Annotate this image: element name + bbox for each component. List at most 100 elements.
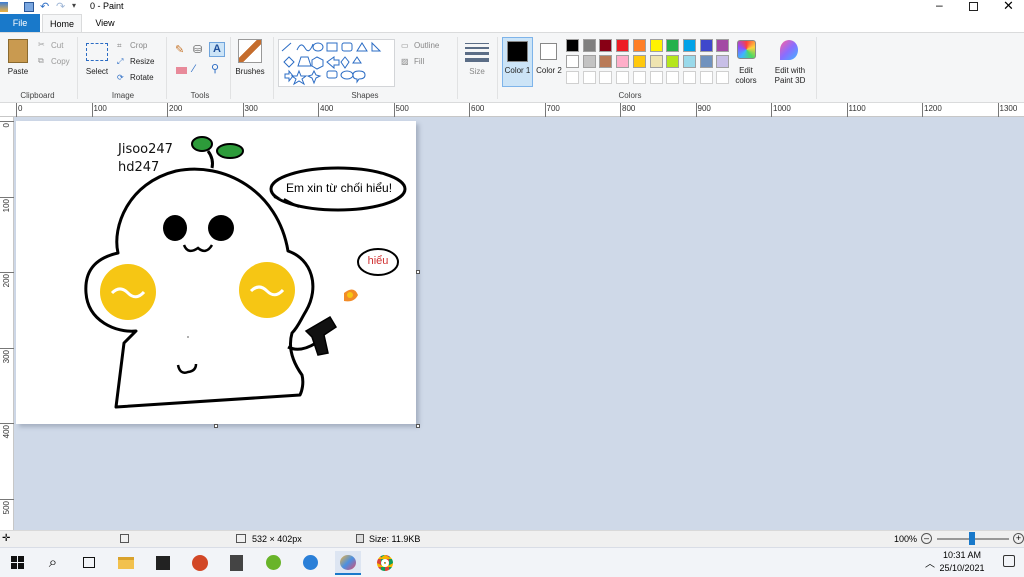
file-explorer-icon[interactable] — [113, 551, 139, 575]
copy-button[interactable]: Copy — [51, 57, 70, 66]
shapes-gallery[interactable] — [278, 39, 395, 87]
cut-button[interactable]: Cut — [51, 41, 63, 50]
palette-swatch[interactable] — [616, 71, 630, 84]
save-icon[interactable] — [24, 2, 34, 12]
pencil-icon[interactable]: ✎ — [175, 43, 184, 56]
paste-button[interactable]: Paste — [5, 67, 31, 76]
palette-swatch[interactable] — [699, 55, 713, 68]
palette-swatch[interactable] — [582, 39, 596, 52]
palette-swatch[interactable] — [699, 71, 713, 84]
drawing-canvas[interactable]: Jisoo247 hd247 Em xin từ chối hiểu! hiểu — [16, 121, 420, 428]
tray-chevron-icon[interactable]: ︿ — [925, 555, 935, 570]
palette-swatch[interactable] — [699, 39, 713, 52]
ruler-tick — [0, 121, 14, 122]
resize-handle-bottom[interactable] — [214, 424, 218, 428]
tab-home[interactable]: Home — [42, 14, 82, 32]
ruler-label: 400 — [320, 104, 334, 113]
palette-swatch[interactable] — [632, 39, 646, 52]
fill-icon[interactable]: ⛁ — [193, 43, 202, 56]
palette-swatch[interactable] — [716, 55, 730, 68]
palette-swatch[interactable] — [566, 71, 579, 84]
close-button[interactable]: ✕ — [1003, 0, 1014, 14]
size-button[interactable]: Size — [463, 67, 491, 76]
paint-taskbar-icon[interactable] — [335, 551, 361, 575]
palette-swatch[interactable] — [599, 71, 613, 84]
color2-swatch[interactable] — [540, 43, 557, 60]
ribbon-tabs: File Home View — [0, 14, 1024, 32]
palette-swatch[interactable] — [632, 55, 646, 68]
notifications-icon[interactable] — [1003, 555, 1015, 567]
palette-swatch[interactable] — [582, 71, 596, 84]
eraser-icon[interactable] — [176, 67, 187, 74]
palette-swatch[interactable] — [649, 39, 663, 52]
select-icon[interactable] — [86, 43, 108, 61]
magnifier-icon[interactable]: ⚲ — [211, 62, 219, 75]
store-icon[interactable] — [150, 551, 176, 575]
select-button[interactable]: Select — [82, 67, 112, 76]
palette-swatch[interactable] — [666, 55, 680, 68]
brushes-button[interactable]: Brushes — [232, 67, 268, 76]
palette-swatch[interactable] — [616, 55, 630, 68]
ruler-tick — [242, 103, 244, 117]
maximize-button[interactable] — [969, 2, 978, 11]
zoom-in-button[interactable]: + — [1013, 533, 1024, 544]
clock-date[interactable]: 25/10/2021 — [936, 563, 988, 573]
crop-button[interactable]: Crop — [130, 41, 147, 50]
brushes-icon[interactable] — [238, 39, 262, 63]
ruler-tick — [771, 103, 772, 117]
size-icon[interactable] — [465, 41, 489, 62]
edit-colors-button[interactable]: Edit colors — [730, 66, 762, 86]
redo-icon[interactable]: ↷ — [56, 0, 65, 13]
edit-colors-icon[interactable] — [737, 40, 756, 59]
minimize-button[interactable]: – — [936, 0, 943, 12]
palette-swatch[interactable] — [616, 39, 630, 52]
palette-swatch[interactable] — [716, 71, 730, 84]
palette-swatch[interactable] — [666, 71, 680, 84]
quick-access-dropdown-icon[interactable]: ▾ — [72, 1, 76, 10]
palette-swatch[interactable] — [649, 71, 663, 84]
edit-paint3d-button[interactable]: Edit with Paint 3D — [767, 66, 813, 86]
horizontal-ruler: 0 100 200 300 400 500 600 700 800 900 1000 1100 1200… — [0, 103, 1024, 117]
palette-swatch[interactable] — [682, 55, 696, 68]
search-button[interactable]: ⌕ — [40, 551, 66, 575]
palette-swatch[interactable] — [649, 55, 663, 68]
ruler-tick — [695, 103, 697, 117]
palette-swatch[interactable] — [632, 71, 646, 84]
chrome-icon[interactable] — [372, 551, 398, 575]
tab-view[interactable]: View — [85, 14, 125, 32]
resize-button[interactable]: Resize — [130, 57, 154, 66]
ruler-label: 100 — [2, 198, 11, 212]
rotate-button[interactable]: Rotate — [130, 73, 154, 82]
app-green-icon[interactable] — [261, 551, 287, 575]
zoom-out-button[interactable]: – — [921, 533, 932, 544]
resize-handle-right[interactable] — [416, 270, 420, 274]
ruler-label: 1100 — [848, 104, 866, 113]
ruler-tick — [620, 103, 621, 117]
fill-button[interactable]: Fill — [414, 57, 424, 66]
paint-3d-icon[interactable] — [780, 40, 798, 60]
palette-swatch[interactable] — [682, 39, 696, 52]
palette-swatch[interactable] — [582, 55, 596, 68]
palette-swatch[interactable] — [599, 55, 613, 68]
tab-file[interactable]: File — [0, 14, 40, 32]
outline-button[interactable]: Outline — [414, 41, 439, 50]
paste-icon[interactable] — [8, 39, 28, 63]
palette-swatch[interactable] — [566, 39, 579, 52]
palette-swatch[interactable] — [716, 39, 730, 52]
color-picker-icon[interactable]: ⁄ — [193, 63, 195, 75]
resize-handle-corner[interactable] — [416, 424, 420, 428]
text-icon[interactable]: A — [209, 42, 225, 57]
palette-swatch[interactable] — [666, 39, 680, 52]
palette-swatch[interactable] — [566, 55, 579, 68]
palette-swatch[interactable] — [599, 39, 613, 52]
zoom-slider-thumb[interactable] — [969, 532, 975, 545]
palette-swatch[interactable] — [682, 71, 696, 84]
powerpoint-icon[interactable] — [187, 551, 213, 575]
clock-time[interactable]: 10:31 AM — [936, 550, 988, 560]
app-blue-icon[interactable] — [298, 551, 324, 575]
calculator-icon[interactable] — [224, 551, 250, 575]
undo-icon[interactable]: ↶ — [40, 0, 49, 13]
start-button[interactable] — [6, 551, 32, 575]
clipboard-group-label: Clipboard — [20, 91, 55, 100]
task-view-button[interactable] — [76, 551, 102, 575]
